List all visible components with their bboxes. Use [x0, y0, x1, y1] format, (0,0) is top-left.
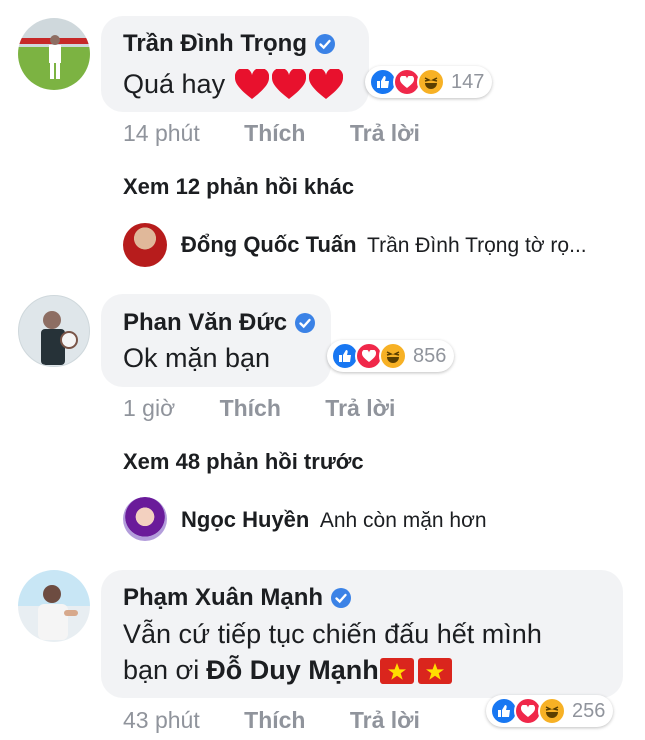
heart-emoji	[309, 68, 344, 99]
timestamp[interactable]: 14 phút	[123, 120, 200, 146]
comment-body: bạn ơi	[123, 655, 200, 685]
timestamp[interactable]: 43 phút	[123, 707, 200, 733]
comment-author[interactable]: Phan Văn Đức	[123, 309, 316, 337]
reactions-summary[interactable]: 147	[365, 66, 493, 98]
timestamp[interactable]: 1 giờ	[123, 395, 175, 421]
reply-preview[interactable]: Đổng Quốc Tuấn Trần Đình Trọng tờ rọ...	[181, 232, 621, 258]
comment-meta: 14 phút Thích Trả lời	[123, 120, 420, 147]
verified-icon	[295, 313, 316, 333]
comment-author[interactable]: Trần Đình Trọng	[123, 30, 335, 58]
haha-reaction-icon	[379, 342, 407, 370]
like-button[interactable]: Thích	[220, 395, 281, 421]
tagged-user-link[interactable]: Đỗ Duy Mạnh	[206, 652, 379, 689]
heart-emoji	[235, 68, 270, 99]
reaction-count: 256	[572, 699, 606, 722]
comment-text: Quá hay	[123, 66, 344, 103]
reply-text: Anh còn mặn hơn	[319, 509, 487, 532]
reply-text: Trần Đình Trọng tờ rọ...	[367, 234, 587, 257]
view-more-replies-link[interactable]: Xem 12 phản hồi khác	[123, 174, 354, 200]
comment-text: Ok mặn bạn	[123, 343, 271, 373]
reply-avatar[interactable]	[123, 223, 167, 267]
comment-author[interactable]: Phạm Xuân Mạnh	[123, 584, 352, 612]
reactions-summary[interactable]: 856	[327, 340, 455, 372]
verified-icon	[331, 588, 352, 608]
view-previous-replies-link[interactable]: Xem 48 phản hồi trước	[123, 449, 364, 475]
author-name[interactable]: Phan Văn Đức	[123, 309, 287, 337]
reply-button[interactable]: Trả lời	[325, 395, 395, 421]
avatar-comment-2[interactable]	[18, 295, 90, 367]
reply-button[interactable]: Trả lời	[350, 120, 420, 146]
reaction-count: 147	[451, 70, 485, 93]
vietnam-flag	[379, 657, 414, 684]
comment-meta: 43 phút Thích Trả lời	[123, 707, 420, 734]
heart-emoji	[272, 68, 307, 99]
reaction-count: 856	[413, 344, 447, 367]
like-button[interactable]: Thích	[244, 120, 305, 146]
haha-reaction-icon	[417, 68, 445, 96]
comment-meta: 1 giờ Thích Trả lời	[123, 395, 395, 422]
reply-author[interactable]: Ngọc Huyền	[181, 507, 309, 532]
comment-text-line-2: bạn ơi Đỗ Duy Mạnh	[123, 652, 452, 689]
avatar-comment-1[interactable]	[18, 18, 90, 90]
comment-text-line-1: Vẫn cứ tiếp tục chiến đấu hết mình	[123, 619, 542, 649]
hearts-emoji-group	[235, 68, 344, 101]
reply-avatar[interactable]	[123, 497, 167, 541]
reply-button[interactable]: Trả lời	[350, 707, 420, 733]
player-photo-icon	[41, 311, 78, 365]
comment-body: Quá hay	[123, 69, 226, 99]
reply-preview[interactable]: Ngọc Huyền Anh còn mặn hơn	[181, 507, 487, 533]
player-photo-icon	[38, 585, 78, 640]
reactions-summary[interactable]: 256	[486, 695, 614, 727]
author-name[interactable]: Trần Đình Trọng	[123, 30, 307, 58]
like-button[interactable]: Thích	[244, 707, 305, 733]
vietnam-flag	[417, 657, 452, 684]
reply-author[interactable]: Đổng Quốc Tuấn	[181, 232, 357, 257]
verified-icon	[315, 34, 335, 54]
player-photo-icon	[18, 35, 90, 79]
haha-reaction-icon	[538, 697, 566, 725]
avatar-comment-3[interactable]	[18, 570, 90, 642]
author-name[interactable]: Phạm Xuân Mạnh	[123, 584, 323, 612]
